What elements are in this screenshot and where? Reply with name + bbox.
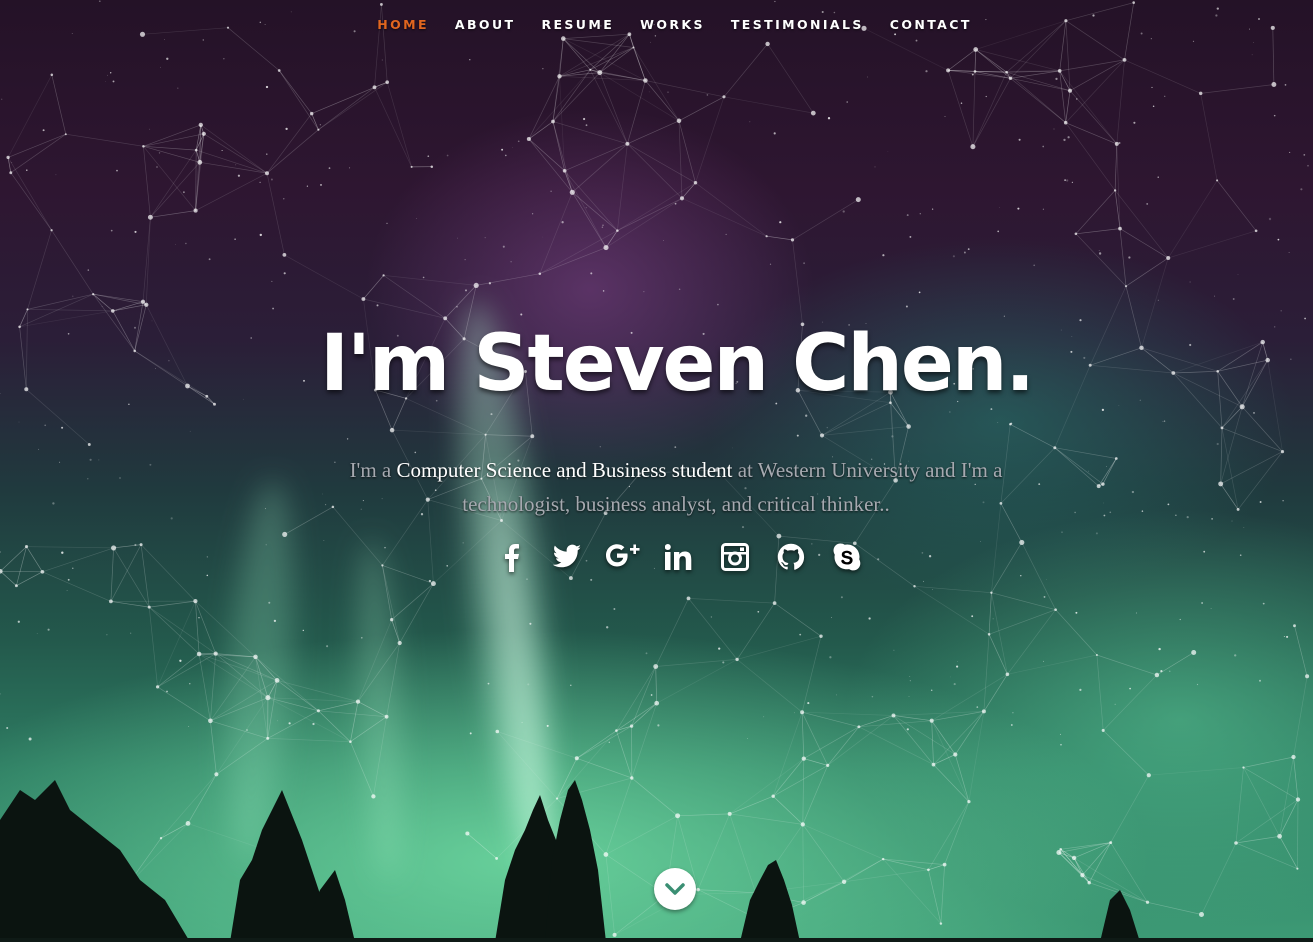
nav-testimonials[interactable]: TESTIMONIALS <box>718 16 877 34</box>
nav-contact[interactable]: CONTACT <box>877 16 985 34</box>
nav-home[interactable]: HOME <box>364 16 442 34</box>
chevron-down-icon <box>665 883 685 895</box>
google-plus-icon[interactable] <box>602 538 644 576</box>
hero-section: HOME ABOUT RESUME WORKS TESTIMONIALS CON… <box>0 0 1313 942</box>
nav-about[interactable]: ABOUT <box>442 16 529 34</box>
nav-resume[interactable]: RESUME <box>528 16 627 34</box>
hero-headline: I'm Steven Chen. <box>320 319 1035 409</box>
scroll-down-button[interactable] <box>654 868 696 910</box>
twitter-icon[interactable] <box>546 538 588 576</box>
intro-highlight: Computer Science and Business student <box>396 458 733 482</box>
linkedin-icon[interactable] <box>658 538 700 576</box>
skype-icon[interactable] <box>826 538 868 576</box>
facebook-icon[interactable] <box>490 538 532 576</box>
nav-works[interactable]: WORKS <box>627 16 718 34</box>
social-links <box>22 538 1313 576</box>
instagram-icon[interactable] <box>714 538 756 576</box>
main-nav: HOME ABOUT RESUME WORKS TESTIMONIALS CON… <box>18 16 1313 34</box>
bottom-edge <box>0 938 1313 942</box>
intro-text: I'm a <box>349 458 397 482</box>
hero-intro: I'm a Computer Science and Business stud… <box>306 453 1046 521</box>
github-icon[interactable] <box>770 538 812 576</box>
